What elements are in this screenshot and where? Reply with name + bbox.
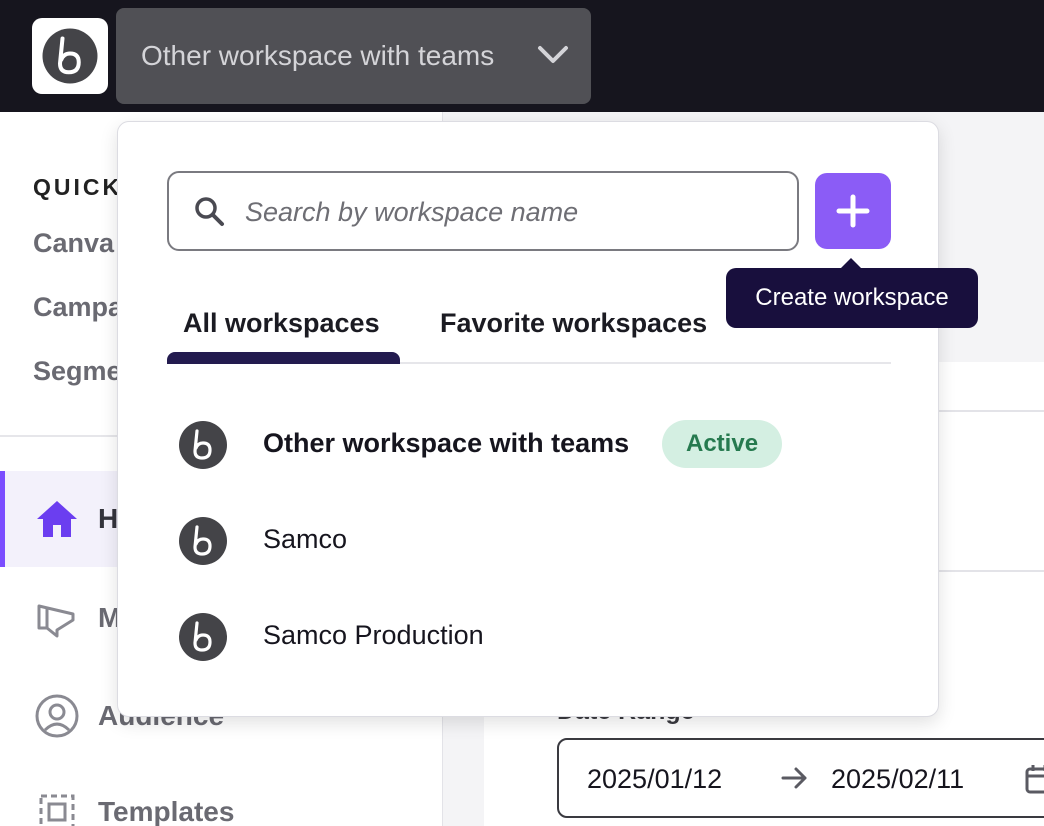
megaphone-icon	[33, 594, 81, 642]
top-bar: Other workspace with teams	[0, 0, 1044, 112]
braze-logo[interactable]	[32, 18, 108, 94]
sidebar-item-label: H	[98, 503, 119, 534]
active-tab-indicator	[167, 352, 400, 364]
audience-icon	[33, 692, 81, 740]
quick-access-title: QUICK	[33, 174, 123, 200]
create-workspace-button[interactable]	[815, 173, 891, 249]
quick-item-campaigns[interactable]: Campa	[33, 292, 123, 323]
workspace-popover: All workspaces Favorite workspaces Other…	[117, 121, 939, 717]
end-date[interactable]: 2025/02/11	[831, 764, 964, 795]
date-range-picker[interactable]: 2025/01/12 2025/02/11	[557, 738, 1044, 818]
arrow-right-icon	[781, 767, 807, 789]
sidebar-item-label: Templates	[98, 796, 235, 826]
sidebar-item-templates[interactable]: Templates	[0, 764, 443, 826]
workspace-item[interactable]: Samco Production	[167, 589, 891, 685]
workspace-item[interactable]: Other workspace with teams Active	[167, 397, 891, 493]
search-input[interactable]	[245, 187, 785, 237]
quick-item-canvas[interactable]: Canva	[33, 228, 114, 259]
braze-logo-icon	[179, 517, 227, 565]
status-badge: Active	[662, 420, 783, 468]
templates-icon	[33, 788, 81, 826]
workspace-name: Other workspace with teams	[263, 428, 630, 458]
quick-item-segments[interactable]: Segme	[33, 356, 122, 387]
braze-logo-icon	[179, 613, 227, 661]
plus-icon	[836, 194, 870, 228]
workspace-name: Samco	[263, 524, 348, 554]
braze-logo-icon	[42, 28, 98, 84]
home-icon	[33, 495, 81, 543]
create-workspace-tooltip: Create workspace	[726, 268, 978, 328]
braze-logo-icon	[179, 421, 227, 469]
start-date[interactable]: 2025/01/12	[587, 764, 722, 795]
search-icon	[195, 197, 224, 226]
workspace-item[interactable]: Samco	[167, 493, 891, 589]
calendar-icon[interactable]	[1025, 764, 1044, 794]
workspace-name: Samco Production	[263, 620, 484, 650]
tab-all-workspaces[interactable]: All workspaces	[183, 308, 380, 339]
tab-favorite-workspaces[interactable]: Favorite workspaces	[440, 308, 707, 339]
chevron-down-icon	[538, 46, 568, 63]
workspace-switcher-label: Other workspace with teams	[141, 40, 495, 71]
workspace-switcher[interactable]: Other workspace with teams	[116, 8, 591, 104]
workspace-search[interactable]	[167, 171, 799, 251]
